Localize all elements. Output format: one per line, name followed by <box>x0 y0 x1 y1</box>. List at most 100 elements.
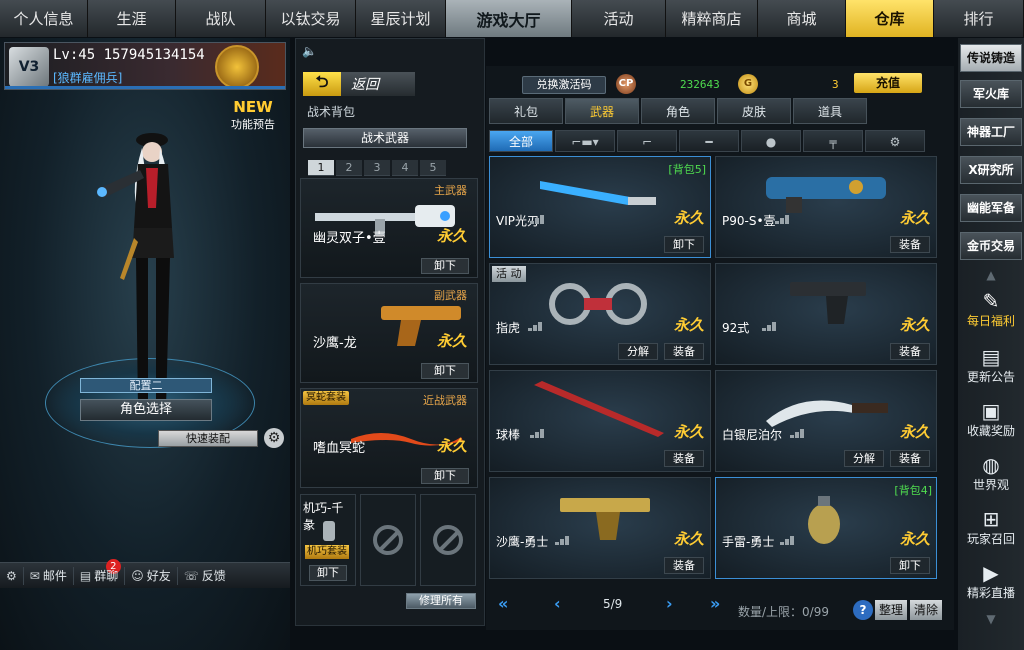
inventory-item[interactable]: [背包4] 手雷-勇士 永久 卸下 <box>715 477 937 579</box>
recharge-button[interactable]: 充值 <box>854 73 922 93</box>
unequip-button[interactable]: 卸下 <box>421 363 469 379</box>
sidebar-live[interactable]: ▶ 精彩直播 <box>960 562 1022 601</box>
inventory-item[interactable]: 活 动 指虎 永久 分解 装备 <box>489 263 711 365</box>
quick-equip-button[interactable]: 快速装配 <box>158 430 258 447</box>
settings-button[interactable]: ⚙ <box>0 566 24 585</box>
nav-tab-career[interactable]: 生涯 <box>88 0 176 37</box>
equip-button[interactable]: 装备 <box>890 343 930 360</box>
sidebar-artifact-factory[interactable]: 神器工厂 <box>960 118 1022 146</box>
gadget-slot[interactable]: 机巧-千彖 机巧套装 卸下 <box>300 494 356 586</box>
sidebar-daily-welfare[interactable]: ✎ 每日福利 <box>960 290 1022 329</box>
loadout-preset-label[interactable]: 配置二 <box>80 378 212 393</box>
nav-tab-game-hall[interactable]: 游戏大厅 <box>446 0 572 37</box>
loadout-page-tab[interactable]: 4 <box>392 160 418 176</box>
back-button[interactable]: ⮌ 返回 <box>303 72 415 96</box>
clear-button[interactable]: 清除 <box>910 600 942 620</box>
equip-button[interactable]: 装备 <box>664 557 704 574</box>
melee-weapon-slot[interactable]: 冥蛇套装 近战武器 嗜血冥蛇 永久 卸下 <box>300 388 478 488</box>
previous-page-icon[interactable]: ‹ <box>554 594 561 613</box>
sidebar-legend-forge[interactable]: 传说铸造 <box>960 44 1022 72</box>
player-profile[interactable]: V3 Lv:45 157945134154 [狼群雇佣兵] <box>4 42 286 90</box>
filter-rifle-icon[interactable]: ⌐▬▾ <box>555 130 615 152</box>
knuckles-icon <box>549 283 647 325</box>
sort-button[interactable]: 整理 <box>875 600 907 620</box>
mail-button[interactable]: ✉ 邮件 2 <box>24 558 121 585</box>
loadout-page-tab[interactable]: 1 <box>308 160 334 176</box>
filter-settings-icon[interactable]: ⚙ <box>865 130 925 152</box>
item-duration: 永久 <box>673 209 704 227</box>
sidebar-x-lab[interactable]: X研究所 <box>960 156 1022 184</box>
gear-icon[interactable]: ⚙ <box>264 428 284 448</box>
nav-tab-star-plan[interactable]: 星辰计划 <box>356 0 446 37</box>
sidebar-collection-label: 收藏奖励 <box>966 424 1015 438</box>
nav-tab-clan[interactable]: 战队 <box>176 0 266 37</box>
secondary-weapon-slot[interactable]: 副武器 沙鹰-龙 永久 卸下 <box>300 283 478 383</box>
sidebar-collection[interactable]: ▣ 收藏奖励 <box>960 400 1022 439</box>
filter-knife-icon[interactable]: ━ <box>679 130 739 152</box>
equip-button[interactable]: 装备 <box>664 450 704 467</box>
sidebar-announcement[interactable]: ▤ 更新公告 <box>960 346 1022 385</box>
filter-special-icon[interactable]: ╤ <box>803 130 863 152</box>
nav-tab-essence-shop[interactable]: 精粹商店 <box>666 0 758 37</box>
inventory-item[interactable]: 92式 永久 装备 <box>715 263 937 365</box>
sidebar-psionic-armory[interactable]: 幽能军备 <box>960 194 1022 222</box>
repair-all-button[interactable]: 修理所有 <box>406 593 476 609</box>
tab-weapons[interactable]: 武器 <box>565 98 639 124</box>
sidebar-arsenal[interactable]: 军火库 <box>960 80 1022 108</box>
feature-preview-button[interactable]: NEW 功能预告 <box>226 98 280 148</box>
last-page-icon[interactable]: » <box>710 594 720 613</box>
grenade-icon <box>808 496 840 544</box>
sidebar-player-recall[interactable]: ⊞ 玩家召回 <box>960 508 1022 547</box>
role-select-button[interactable]: 角色选择 <box>80 399 212 421</box>
nav-tab-mall[interactable]: 商城 <box>758 0 846 37</box>
nav-tab-warehouse[interactable]: 仓库 <box>846 0 934 37</box>
unequip-button[interactable]: 卸下 <box>664 236 704 253</box>
inventory-item[interactable]: 沙鹰-勇士 永久 装备 <box>489 477 711 579</box>
equip-button[interactable]: 装备 <box>890 236 930 253</box>
loadout-page-tab[interactable]: 5 <box>420 160 446 176</box>
filter-all[interactable]: 全部 <box>489 130 553 152</box>
nav-tab-events[interactable]: 活动 <box>572 0 666 37</box>
first-page-icon[interactable]: « <box>498 594 508 613</box>
equip-button[interactable]: 装备 <box>664 343 704 360</box>
nav-tab-trade[interactable]: 以钛交易 <box>266 0 356 37</box>
nav-tab-ranking[interactable]: 排行 <box>934 0 1024 37</box>
inventory-item[interactable]: 白银尼泊尔 永久 分解 装备 <box>715 370 937 472</box>
empty-gadget-slot[interactable] <box>420 494 476 586</box>
tab-items[interactable]: 道具 <box>793 98 867 124</box>
nav-tab-profile[interactable]: 个人信息 <box>0 0 88 37</box>
inventory-item[interactable]: [背包5] VIP光刃 永久 卸下 <box>489 156 711 258</box>
feature-preview-label: 功能预告 <box>231 118 275 131</box>
help-icon[interactable]: ? <box>853 600 873 620</box>
category-tabs: 礼包 武器 角色 皮肤 道具 <box>489 98 867 124</box>
back-label: 返回 <box>341 72 415 96</box>
dismantle-button[interactable]: 分解 <box>618 343 658 360</box>
unequip-button[interactable]: 卸下 <box>421 468 469 484</box>
inventory-item[interactable]: 球棒 永久 装备 <box>489 370 711 472</box>
next-page-icon[interactable]: › <box>666 594 673 613</box>
filter-grenade-icon[interactable]: ● <box>741 130 801 152</box>
unequip-button[interactable]: 卸下 <box>421 258 469 274</box>
tab-skins[interactable]: 皮肤 <box>717 98 791 124</box>
scroll-up-icon[interactable]: ▲ <box>981 268 1001 282</box>
loadout-page-tab[interactable]: 3 <box>364 160 390 176</box>
empty-gadget-slot[interactable] <box>360 494 416 586</box>
tab-gift-pack[interactable]: 礼包 <box>489 98 563 124</box>
feedback-button[interactable]: ☏ 反馈 <box>178 567 232 585</box>
primary-weapon-slot[interactable]: 主武器 幽灵双子•壹 永久 卸下 <box>300 178 478 278</box>
loadout-page-tab[interactable]: 2 <box>336 160 362 176</box>
friends-button[interactable]: ☺ 好友 <box>125 566 178 585</box>
filter-pistol-icon[interactable]: ⌐ <box>617 130 677 152</box>
tab-characters[interactable]: 角色 <box>641 98 715 124</box>
dismantle-button[interactable]: 分解 <box>844 450 884 467</box>
sidebar-worldview[interactable]: ◍ 世界观 <box>960 454 1022 493</box>
unequip-button[interactable]: 卸下 <box>890 557 930 574</box>
speaker-icon[interactable]: 🔈 <box>302 44 322 62</box>
redeem-code-button[interactable]: 兑换激活码 <box>522 76 606 94</box>
equip-button[interactable]: 装备 <box>890 450 930 467</box>
group-chat-button[interactable]: ▤ 群聊 <box>74 566 126 585</box>
inventory-item[interactable]: P90-S•壹 永久 装备 <box>715 156 937 258</box>
sidebar-gold-trade[interactable]: 金币交易 <box>960 232 1022 260</box>
scroll-down-icon[interactable]: ▼ <box>981 612 1001 626</box>
gadget-unequip-button[interactable]: 卸下 <box>309 565 347 581</box>
